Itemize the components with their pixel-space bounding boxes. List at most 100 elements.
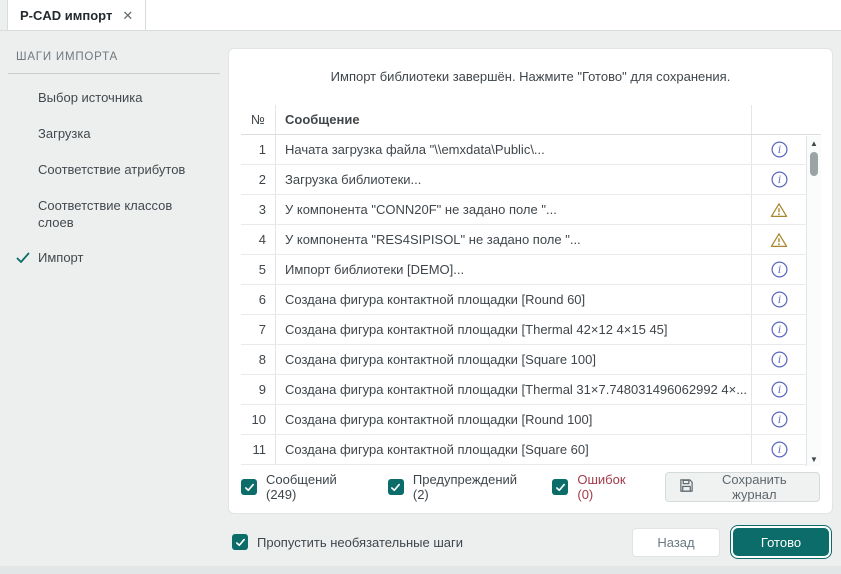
scroll-up-icon[interactable]: ▲ (807, 136, 821, 150)
row-number: 7 (241, 315, 276, 344)
row-number: 3 (241, 195, 276, 224)
filter-checkbox-2[interactable]: Предупреждений (2) (387, 472, 527, 502)
table-row[interactable]: 10 Создана фигура контактной площадки [R… (241, 405, 821, 435)
row-status-cell: i (752, 405, 806, 434)
filter-checkbox-1[interactable]: Сообщений (249) (241, 472, 362, 502)
column-header-message: Сообщение (276, 105, 752, 134)
close-icon[interactable]: ✕ (122, 9, 133, 22)
svg-text:i: i (777, 414, 780, 426)
sidebar-item-label: Выбор источника (38, 90, 143, 105)
row-status-cell: i (752, 345, 806, 374)
svg-text:i: i (777, 444, 780, 456)
row-status-cell: i (752, 315, 806, 344)
sidebar-item-label: Импорт (38, 250, 84, 266)
status-message: Импорт библиотеки завершён. Нажмите "Гот… (330, 69, 731, 84)
row-message: Создана фигура контактной площадки [Roun… (276, 285, 752, 314)
row-status-cell: i (752, 285, 806, 314)
tab-pcad-import[interactable]: P-CAD импорт ✕ (8, 0, 147, 30)
svg-text:i: i (777, 354, 780, 366)
row-number: 1 (241, 135, 276, 164)
row-status-cell: i (752, 135, 806, 164)
finish-button[interactable]: Готово (733, 528, 829, 556)
wizard-footer: Пропустить необязательные шаги Назад Гот… (232, 524, 832, 560)
info-icon: i (770, 351, 788, 368)
scroll-down-icon[interactable]: ▼ (807, 452, 821, 466)
back-button[interactable]: Назад (632, 527, 720, 557)
sidebar-item-label: Загрузка (38, 125, 91, 141)
info-icon: i (770, 141, 788, 158)
info-icon: i (770, 441, 788, 458)
column-header-num: № (241, 105, 276, 134)
table-row[interactable]: 2 Загрузка библиотеки... i (241, 165, 821, 195)
floppy-icon (679, 478, 694, 496)
scrollbar-thumb[interactable] (810, 152, 818, 176)
log-filters: Сообщений (249) Предупреждений (2) Ошибо… (241, 472, 820, 502)
filter-label: Сообщений (249) (266, 472, 337, 502)
svg-text:i: i (777, 264, 780, 276)
table-row[interactable]: 9 Создана фигура контактной площадки [Th… (241, 375, 821, 405)
row-message: Создана фигура контактной площадки [Ther… (276, 375, 752, 404)
row-status-cell: i (752, 375, 806, 404)
sidebar-header: ШАГИ ИМПОРТА (16, 51, 119, 63)
row-message: У компонента "RES4SIPISOL" не задано пол… (276, 225, 752, 254)
filter-checkbox-3[interactable]: Ошибок (0) (552, 472, 638, 502)
table-row[interactable]: 5 Импорт библиотеки [DEMO]... i (241, 255, 821, 285)
filter-label: Предупреждений (2) (412, 472, 518, 502)
save-log-button[interactable]: Сохранить журнал (664, 472, 820, 502)
sidebar-item-step-1[interactable]: Выбор источника (16, 90, 218, 107)
window-bottom-edge (0, 566, 841, 574)
row-status-cell: i (752, 435, 806, 464)
table-row[interactable]: 1 Начата загрузка файла "\\emxdata\Publi… (241, 135, 821, 165)
row-message: Создана фигура контактной площадки [Squa… (276, 435, 752, 464)
row-status-cell: i (752, 255, 806, 284)
row-number: 10 (241, 405, 276, 434)
import-log-panel: Импорт библиотеки завершён. Нажмите "Гот… (228, 48, 833, 514)
checkbox-checked-icon (387, 479, 404, 495)
info-icon: i (770, 411, 788, 428)
row-message: Начата загрузка файла "\\emxdata\Public\… (276, 135, 752, 164)
svg-text:i: i (777, 144, 780, 156)
save-log-label: Сохранить журнал (722, 472, 787, 502)
svg-text:i: i (777, 324, 780, 336)
table-row[interactable]: 7 Создана фигура контактной площадки [Th… (241, 315, 821, 345)
svg-text:i: i (777, 384, 780, 396)
row-number: 5 (241, 255, 276, 284)
row-number: 6 (241, 285, 276, 314)
sidebar-item-step-5[interactable]: Импорт (16, 250, 218, 269)
row-status-cell (752, 225, 806, 254)
row-message: Создана фигура контактной площадки [Ther… (276, 315, 752, 344)
table-header-row: № Сообщение (241, 105, 821, 135)
skip-optional-steps-checkbox[interactable]: Пропустить необязательные шаги (232, 534, 463, 550)
row-status-cell: i (752, 165, 806, 194)
info-icon: i (770, 261, 788, 278)
import-steps-sidebar: ШАГИ ИМПОРТА Выбор источника Загрузка Со… (0, 31, 228, 574)
checkbox-checked-icon (232, 534, 248, 550)
sidebar-items: Выбор источника Загрузка Соответствие ат… (16, 90, 218, 269)
message-table: № Сообщение 1 Начата загрузка файла "\\e… (241, 105, 821, 466)
warning-icon (770, 202, 788, 217)
row-number: 2 (241, 165, 276, 194)
info-icon: i (770, 321, 788, 338)
sidebar-item-step-3[interactable]: Соответствие атрибутов (16, 162, 218, 179)
table-row[interactable]: 3 У компонента "CONN20F" не задано поле … (241, 195, 821, 225)
tab-title: P-CAD импорт (20, 7, 113, 23)
table-row[interactable]: 4 У компонента "RES4SIPISOL" не задано п… (241, 225, 821, 255)
sidebar-item-label: Соответствие классов слоев (38, 197, 173, 230)
row-message: У компонента "CONN20F" не задано поле ".… (276, 195, 752, 224)
row-number: 8 (241, 345, 276, 374)
sidebar-item-step-2[interactable]: Загрузка (16, 126, 218, 143)
row-message: Загрузка библиотеки... (276, 165, 752, 194)
info-icon: i (770, 291, 788, 308)
row-message: Создана фигура контактной площадки [Roun… (276, 405, 752, 434)
table-row[interactable]: 6 Создана фигура контактной площадки [Ro… (241, 285, 821, 315)
table-row[interactable]: 8 Создана фигура контактной площадки [Sq… (241, 345, 821, 375)
tab-strip: P-CAD импорт ✕ (0, 0, 841, 31)
sidebar-item-step-4[interactable]: Соответствие классов слоев (16, 198, 218, 232)
info-icon: i (770, 381, 788, 398)
tab-strip-edge (0, 0, 8, 30)
vertical-scrollbar[interactable]: ▲ ▼ (806, 136, 821, 466)
info-icon: i (770, 171, 788, 188)
table-row[interactable]: 11 Создана фигура контактной площадки [S… (241, 435, 821, 465)
svg-text:i: i (777, 294, 780, 306)
step-done-icon (16, 253, 30, 264)
